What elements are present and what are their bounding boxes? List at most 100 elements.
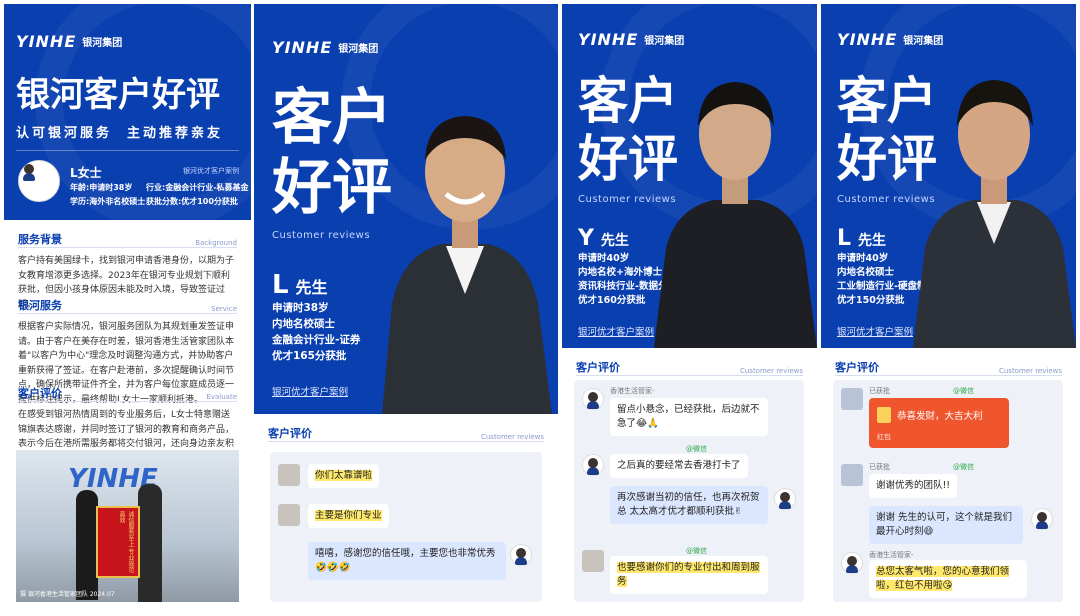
brand-logo: YINHE 银河集团 bbox=[578, 30, 684, 49]
panel4-header: YINHE 银河集团 客户 好评 Customer reviews L 先生 申… bbox=[821, 4, 1076, 348]
info-line: 优才165分获批 bbox=[272, 350, 347, 362]
review-head: 客户评价 Customer reviews bbox=[576, 358, 803, 376]
client-info: 申请时38岁 内地名校硕士 金融会计行业-证券 优才165分获批 bbox=[272, 300, 360, 364]
section-service-head: 银河服务 Service bbox=[18, 296, 237, 314]
advisor-avatar bbox=[774, 488, 796, 510]
chat-message: 之后真的要经常去香港打卡了 bbox=[610, 454, 748, 478]
client-age: 年龄:申请时38岁 bbox=[70, 183, 133, 192]
client-avatar bbox=[582, 550, 604, 572]
review-head: 客户评价 Customer reviews bbox=[835, 358, 1062, 376]
client-education: 学历:海外非名校硕士 bbox=[70, 197, 146, 206]
info-line: 金融会计行业-证券 bbox=[272, 334, 361, 346]
review-title: 客户评价 bbox=[576, 361, 620, 374]
name-letter: Y bbox=[578, 226, 594, 251]
brand-mark: YINHE bbox=[16, 32, 77, 51]
client-portrait bbox=[382, 116, 552, 414]
client-industry: 行业:金融会计行业-私募基金 bbox=[146, 183, 249, 192]
client-avatar bbox=[841, 388, 863, 410]
panel-l-mr: YINHE 银河集团 客户 好评 Customer reviews L 先生 申… bbox=[254, 4, 558, 610]
section-evaluate-head: 客户评价 Evaluate bbox=[18, 384, 237, 402]
client-avatar bbox=[278, 504, 300, 526]
advisor-avatar bbox=[1031, 508, 1053, 530]
wechat-tag: @微信 bbox=[686, 547, 707, 555]
case-label: 银河优才客户案例 bbox=[183, 167, 239, 175]
client-name: L 先生 bbox=[272, 270, 328, 300]
client-avatar bbox=[18, 160, 60, 202]
brand-logo: YINHE 银河集团 bbox=[837, 30, 943, 49]
chat-message: 总您太客气啦，您的心意我们领啦，红包不用啦😘 bbox=[869, 560, 1027, 598]
name-suffix: 先生 bbox=[295, 278, 328, 297]
status-label: 已获批 bbox=[869, 387, 890, 395]
brand-name: 银河集团 bbox=[644, 36, 685, 47]
chat-message: 你们太靠谱啦 bbox=[308, 464, 380, 488]
sender-label: 香港生活管家- bbox=[610, 387, 655, 395]
client-portrait bbox=[654, 82, 817, 348]
review-en: Customer reviews bbox=[739, 367, 803, 375]
panel-y-mr: YINHE 银河集团 客户 好评 Customer reviews Y 先生 申… bbox=[562, 4, 817, 610]
chat-message: 再次感谢当初的信任，也再次祝贺 总 太太高才优才都顺利获批✌ bbox=[610, 486, 768, 524]
brand-logo: YINHE 银河集团 bbox=[16, 32, 122, 51]
name-letter: L bbox=[837, 226, 852, 251]
brand-mark: YINHE bbox=[272, 38, 333, 57]
status-label: 已获批 bbox=[869, 463, 890, 471]
section-en: Background bbox=[195, 239, 237, 247]
red-packet-label: 红包 bbox=[877, 433, 891, 441]
case-link[interactable]: 银河优才客户案例 bbox=[837, 324, 913, 338]
name-suffix: 先生 bbox=[600, 233, 629, 249]
event-photo: YINHE 诚信服务至上 专业规范高效 摄 银河香港生活管家团队 2024.07 bbox=[16, 450, 239, 602]
review-title: 客户评价 bbox=[268, 427, 312, 440]
review-title: 客户评价 bbox=[835, 361, 879, 374]
chat-message: 谢谢 先生的认可，这个就是我们最开心时刻😄 bbox=[869, 506, 1023, 544]
brand-mark: YINHE bbox=[837, 30, 898, 49]
red-packet[interactable]: 恭喜发财，大吉大利 红包 bbox=[869, 398, 1009, 448]
section-title: 服务背景 bbox=[18, 233, 62, 246]
chat-message: 留点小悬念，已经获批，后边就不急了😂🙏 bbox=[610, 398, 768, 436]
red-packet-greeting: 恭喜发财，大吉大利 bbox=[897, 411, 983, 422]
brand-name: 银河集团 bbox=[82, 38, 123, 49]
section-title: 客户评价 bbox=[18, 387, 62, 400]
person-right bbox=[138, 484, 162, 602]
brand-name: 银河集团 bbox=[338, 44, 379, 55]
info-line: 申请时38岁 bbox=[272, 302, 329, 314]
wechat-tag: @微信 bbox=[953, 463, 974, 471]
photo-caption: 摄 银河香港生活管家团队 2024.07 bbox=[20, 591, 115, 598]
person-left bbox=[76, 490, 98, 600]
advisor-avatar bbox=[582, 388, 604, 410]
advisor-avatar bbox=[841, 552, 863, 574]
client-name: Y 先生 bbox=[578, 226, 629, 251]
case-link[interactable]: 银河优才客户案例 bbox=[272, 384, 348, 398]
divider bbox=[16, 150, 239, 151]
review-head: 客户评价 Customer reviews bbox=[268, 424, 544, 442]
brand-name: 银河集团 bbox=[903, 36, 944, 47]
case-link[interactable]: 银河优才客户案例 bbox=[578, 324, 654, 338]
red-packet-icon bbox=[877, 407, 891, 423]
section-title: 银河服务 bbox=[18, 299, 62, 312]
chat-box: 已获批 @微信 恭喜发财，大吉大利 红包 已获批 @微信 谢谢优秀的团队!! 谢… bbox=[833, 380, 1063, 602]
chat-box: 香港生活管家- 留点小悬念，已经获批，后边就不急了😂🙏 @微信 之后真的要经常去… bbox=[574, 380, 804, 602]
chat-message: 主要是你们专业 bbox=[308, 504, 389, 528]
chat-message: 也要感谢你们的专业付出和周到服务 bbox=[610, 556, 768, 594]
review-en: Customer reviews bbox=[480, 433, 544, 441]
client-name: L 先生 bbox=[837, 226, 886, 251]
silk-banner: 诚信服务至上 专业规范高效 bbox=[96, 506, 140, 578]
panel-l-lady: YINHE 银河集团 银河客户好评 认可银河服务 主动推荐亲友 L女士 银河优才… bbox=[4, 4, 251, 610]
section-en: Service bbox=[211, 305, 237, 313]
panel-l-mr-2: YINHE 银河集团 客户 好评 Customer reviews L 先生 申… bbox=[821, 4, 1076, 610]
tagline: 认可银河服务 主动推荐亲友 bbox=[16, 126, 224, 141]
chat-box: 你们太靠谱啦 主要是你们专业 嘻嘻，感谢您的信任哦，主要您也非常优秀🤣🤣🤣 bbox=[270, 452, 542, 602]
sender-label: 香港生活管家- bbox=[869, 551, 914, 559]
section-background-head: 服务背景 Background bbox=[18, 230, 237, 248]
client-avatar bbox=[278, 464, 300, 486]
advisor-avatar bbox=[582, 454, 604, 476]
client-portrait bbox=[913, 80, 1076, 348]
page-title: 银河客户好评 bbox=[16, 75, 220, 115]
info-line: 内地名校硕士 bbox=[272, 318, 335, 330]
panel1-header: YINHE 银河集团 银河客户好评 认可银河服务 主动推荐亲友 L女士 银河优才… bbox=[4, 4, 251, 220]
chat-message: 嘻嘻，感谢您的信任哦，主要您也非常优秀🤣🤣🤣 bbox=[308, 542, 506, 580]
subtitle: Customer reviews bbox=[272, 230, 371, 241]
chat-message: 谢谢优秀的团队!! bbox=[869, 474, 958, 498]
panel3-header: YINHE 银河集团 客户 好评 Customer reviews Y 先生 申… bbox=[562, 4, 817, 348]
wechat-tag: @微信 bbox=[953, 387, 974, 395]
client-score: 获批分数:优才100分获批 bbox=[146, 197, 238, 206]
panel2-header: YINHE 银河集团 客户 好评 Customer reviews L 先生 申… bbox=[254, 4, 558, 414]
